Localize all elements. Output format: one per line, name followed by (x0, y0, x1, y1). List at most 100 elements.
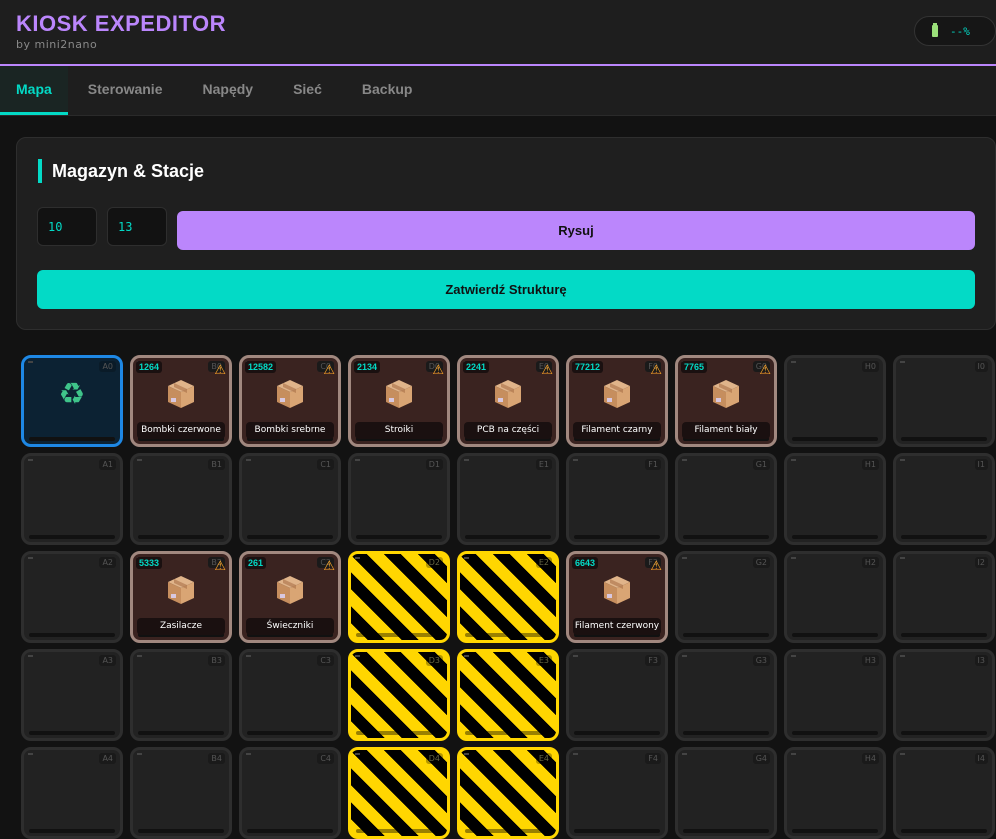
cell-id: I4 (974, 753, 988, 764)
item-name: Filament biały (682, 422, 770, 439)
cell-id: H0 (861, 361, 879, 372)
grid-cell-item[interactable]: D0 2134 ⚠ Stroiki (348, 355, 450, 447)
cell-id: I0 (974, 361, 988, 372)
cell-id: C4 (317, 753, 334, 764)
cell-id: D3 (425, 655, 443, 666)
item-name: Bombki srebrne (246, 422, 334, 439)
grid-cell-empty[interactable]: B3 (130, 649, 232, 741)
item-quantity: 2241 (463, 361, 490, 373)
grid-cell-station[interactable]: A0 ♻ (21, 355, 123, 447)
grid-cell-empty[interactable]: A2 (21, 551, 123, 643)
rows-input[interactable] (107, 207, 167, 246)
columns-input[interactable] (37, 207, 97, 246)
warning-icon: ⚠ (214, 363, 226, 378)
warning-icon: ⚠ (650, 363, 662, 378)
grid-cell-empty[interactable]: H1 (784, 453, 886, 545)
warning-icon: ⚠ (432, 363, 444, 378)
grid-cell-item[interactable]: F0 77212 ⚠ Filament czarny (566, 355, 668, 447)
tab-mapa[interactable]: Mapa (0, 66, 68, 115)
grid-cell-blocked[interactable]: D3 (348, 649, 450, 741)
grid-cell-empty[interactable]: H4 (784, 747, 886, 839)
grid-cell-blocked[interactable]: D2 (348, 551, 450, 643)
grid-cell-empty[interactable]: B1 (130, 453, 232, 545)
item-name: Stroiki (355, 422, 443, 439)
grid-cell-item[interactable]: F2 6643 ⚠ Filament czerwony (566, 551, 668, 643)
cell-id: E3 (535, 655, 552, 666)
cell-id: A4 (99, 753, 116, 764)
cell-id: A0 (99, 361, 116, 372)
battery-percent: --% (950, 24, 970, 38)
grid-cell-empty[interactable]: F3 (566, 649, 668, 741)
grid-cell-empty[interactable]: C1 (239, 453, 341, 545)
item-name: Świeczniki (246, 618, 334, 635)
cell-id: D1 (425, 459, 443, 470)
commit-structure-button[interactable]: Zatwierdź Strukturę (37, 270, 975, 309)
grid-cell-empty[interactable]: G3 (675, 649, 777, 741)
grid-cell-blocked[interactable]: E2 (457, 551, 559, 643)
tab-sterowanie[interactable]: Sterowanie (68, 66, 183, 115)
grid-cell-empty[interactable]: A3 (21, 649, 123, 741)
grid-cell-empty[interactable]: F4 (566, 747, 668, 839)
grid-cell-empty[interactable]: H3 (784, 649, 886, 741)
tab-siec[interactable]: Sieć (273, 66, 342, 115)
package-icon (602, 378, 632, 410)
grid-cell-item[interactable]: G0 7765 ⚠ Filament biały (675, 355, 777, 447)
warning-icon: ⚠ (541, 363, 553, 378)
item-name: PCB na części (464, 422, 552, 439)
grid-cell-item[interactable]: C0 12582 ⚠ Bombki srebrne (239, 355, 341, 447)
grid-cell-empty[interactable]: I2 (893, 551, 995, 643)
warehouse-grid: A0 ♻ B0 1264 ⚠ Bombki czerwone C0 12582 ⚠ Bombki … (21, 355, 995, 839)
cell-id: I2 (974, 557, 988, 568)
grid-cell-empty[interactable]: H0 (784, 355, 886, 447)
item-name: Filament czerwony (573, 618, 661, 635)
grid-cell-blocked[interactable]: E3 (457, 649, 559, 741)
grid-cell-empty[interactable]: G1 (675, 453, 777, 545)
battery-icon (932, 23, 938, 37)
grid-cell-empty[interactable]: G4 (675, 747, 777, 839)
grid-cell-empty[interactable]: I1 (893, 453, 995, 545)
grid-cell-blocked[interactable]: D4 (348, 747, 450, 839)
warning-icon: ⚠ (323, 363, 335, 378)
grid-cell-blocked[interactable]: E4 (457, 747, 559, 839)
grid-cell-empty[interactable]: F1 (566, 453, 668, 545)
grid-cell-empty[interactable]: I4 (893, 747, 995, 839)
grid-cell-empty[interactable]: E1 (457, 453, 559, 545)
grid-cell-empty[interactable]: A1 (21, 453, 123, 545)
grid-cell-empty[interactable]: I3 (893, 649, 995, 741)
grid-cell-empty[interactable]: D1 (348, 453, 450, 545)
cell-id: D2 (425, 557, 443, 568)
grid-cell-empty[interactable]: I0 (893, 355, 995, 447)
package-icon (493, 378, 523, 410)
tab-napedy[interactable]: Napędy (183, 66, 274, 115)
package-icon (275, 574, 305, 606)
cell-id: F4 (645, 753, 661, 764)
cell-id: B4 (208, 753, 225, 764)
grid-cell-empty[interactable]: C4 (239, 747, 341, 839)
grid-cell-item[interactable]: B2 5333 ⚠ Zasilacze (130, 551, 232, 643)
warning-icon: ⚠ (650, 559, 662, 574)
grid-cell-item[interactable]: C2 261 ⚠ Świeczniki (239, 551, 341, 643)
cell-id: G4 (752, 753, 770, 764)
warning-icon: ⚠ (323, 559, 335, 574)
item-name: Zasilacze (137, 618, 225, 635)
draw-button[interactable]: Rysuj (177, 211, 975, 250)
grid-cell-empty[interactable]: G2 (675, 551, 777, 643)
app-title: KIOSK EXPEDITOR (16, 11, 227, 36)
item-quantity: 7765 (681, 361, 708, 373)
grid-cell-empty[interactable]: H2 (784, 551, 886, 643)
item-name: Filament czarny (573, 422, 661, 439)
item-quantity: 1264 (136, 361, 163, 373)
grid-cell-item[interactable]: B0 1264 ⚠ Bombki czerwone (130, 355, 232, 447)
cell-id: H2 (861, 557, 879, 568)
cell-id: B3 (208, 655, 225, 666)
grid-cell-empty[interactable]: C3 (239, 649, 341, 741)
item-name: Bombki czerwone (137, 422, 225, 439)
package-icon (166, 378, 196, 410)
tab-bar: Mapa Sterowanie Napędy Sieć Backup (0, 66, 996, 116)
grid-cell-empty[interactable]: B4 (130, 747, 232, 839)
grid-cell-empty[interactable]: A4 (21, 747, 123, 839)
tab-backup[interactable]: Backup (342, 66, 433, 115)
cell-id: A2 (99, 557, 116, 568)
package-icon (384, 378, 414, 410)
grid-cell-item[interactable]: E0 2241 ⚠ PCB na części (457, 355, 559, 447)
